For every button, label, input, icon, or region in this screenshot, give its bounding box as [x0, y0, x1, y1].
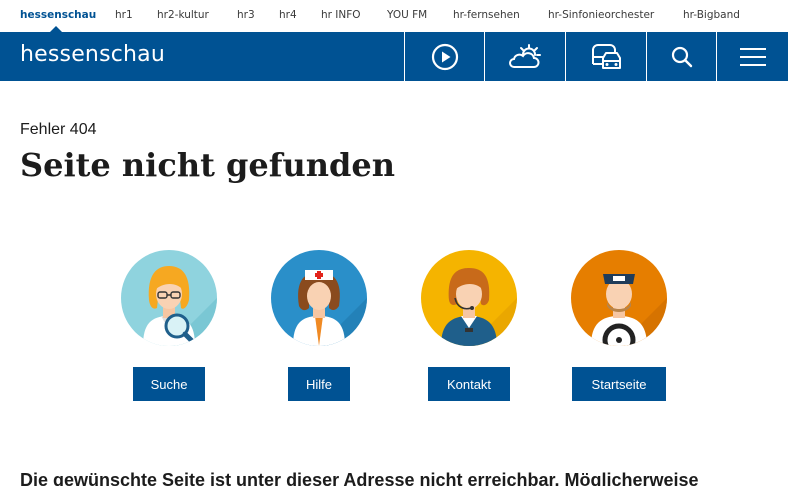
driver-avatar-icon — [571, 250, 667, 346]
network-link-hr1[interactable]: hr1 — [115, 9, 133, 21]
network-link-you-fm[interactable]: YOU FM — [387, 9, 427, 21]
site-header: hessenschau — [0, 32, 788, 81]
home-button[interactable]: Startseite — [572, 367, 666, 401]
search-help-button[interactable]: Suche — [133, 367, 205, 401]
nurse-avatar-icon — [271, 250, 367, 346]
scroll-edge — [788, 0, 800, 486]
network-link-hr2-kultur[interactable]: hr2-kultur — [157, 9, 209, 21]
error-message: Die gewünschte Seite ist unter dieser Ad… — [20, 470, 699, 486]
search-button[interactable] — [646, 32, 716, 81]
play-icon — [431, 43, 458, 70]
contact-button[interactable]: Kontakt — [428, 367, 510, 401]
searcher-avatar-icon — [121, 250, 217, 346]
help-card-search: Suche — [94, 250, 244, 402]
traffic-icon — [592, 43, 621, 69]
network-link-hr4[interactable]: hr4 — [279, 9, 297, 21]
help-card-home: Startseite — [544, 250, 694, 402]
site-logo[interactable]: hessenschau — [20, 43, 165, 67]
menu-icon — [739, 47, 766, 66]
media-button[interactable] — [404, 32, 484, 81]
search-icon — [671, 46, 692, 67]
help-card-contact: Kontakt — [394, 250, 544, 402]
help-button[interactable]: Hilfe — [288, 367, 350, 401]
weather-button[interactable] — [484, 32, 565, 81]
network-nav: hessenschau hr1 hr2-kultur hr3 hr4 hr IN… — [0, 0, 788, 32]
traffic-button[interactable] — [565, 32, 646, 81]
error-code: Fehler 404 — [20, 121, 97, 138]
help-card-help: Hilfe — [244, 250, 394, 402]
weather-icon — [509, 43, 541, 68]
menu-button[interactable] — [716, 32, 788, 81]
page-title: Seite nicht gefunden — [20, 146, 396, 184]
network-link-hr-sinfonieorchester[interactable]: hr-Sinfonieorchester — [548, 9, 654, 21]
network-link-hessenschau[interactable]: hessenschau — [20, 9, 96, 21]
network-link-hr-fernsehen[interactable]: hr-fernsehen — [453, 9, 520, 21]
network-link-hr-bigband[interactable]: hr-Bigband — [683, 9, 740, 21]
network-link-hr3[interactable]: hr3 — [237, 9, 255, 21]
network-link-hr-info[interactable]: hr INFO — [321, 9, 361, 21]
operator-avatar-icon — [421, 250, 517, 346]
